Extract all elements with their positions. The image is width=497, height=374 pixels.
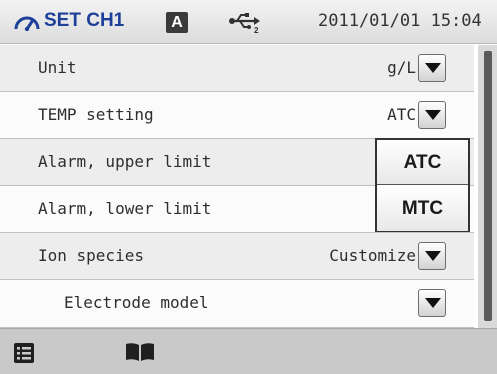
list-row-ion-species[interactable]: Ion species Customize	[0, 233, 474, 280]
usb-icon: 2	[228, 12, 262, 35]
footer-bar	[0, 328, 497, 374]
chevron-down-icon	[425, 251, 441, 261]
row-label: TEMP setting	[38, 105, 154, 124]
menu-list-icon[interactable]	[13, 342, 35, 364]
dropdown-button[interactable]	[418, 54, 446, 82]
list-row-temp-setting[interactable]: TEMP setting ATC	[0, 92, 474, 139]
list-row-electrode-model[interactable]: Electrode model	[0, 280, 474, 328]
channel-mode-badge: A	[166, 12, 188, 33]
date-time: 2011/01/01 15:04	[318, 11, 482, 31]
dropdown-button[interactable]	[418, 242, 446, 270]
dropdown-button[interactable]	[418, 101, 446, 129]
gauge-icon	[14, 13, 40, 32]
chevron-down-icon	[425, 63, 441, 73]
row-value: ATC	[387, 105, 416, 124]
row-value: g/L	[387, 58, 416, 77]
row-label: Alarm, lower limit	[38, 199, 212, 218]
temp-setting-popup: ATC MTC	[375, 138, 470, 232]
dropdown-button[interactable]	[418, 289, 446, 317]
chevron-down-icon	[425, 298, 441, 308]
scrollbar[interactable]	[478, 45, 497, 328]
chevron-down-icon	[425, 110, 441, 120]
row-label: Alarm, upper limit	[38, 152, 212, 171]
popup-option-atc[interactable]: ATC	[377, 140, 468, 185]
row-value: Customize	[329, 246, 416, 265]
book-icon[interactable]	[125, 342, 155, 362]
row-label: Unit	[38, 58, 77, 77]
svg-text:2: 2	[254, 26, 259, 34]
list-row-unit[interactable]: Unit g/L	[0, 45, 474, 92]
row-label: Electrode model	[64, 293, 209, 312]
row-label: Ion species	[38, 246, 144, 265]
header-bar: SET CH1 A 2 2011/01/01 15:04	[0, 0, 497, 44]
popup-option-mtc[interactable]: MTC	[377, 186, 468, 231]
scrollbar-thumb[interactable]	[484, 51, 492, 321]
settings-screen: SET CH1 A 2 2011/01/01 15:04 Unit g/L TE…	[0, 0, 497, 374]
screen-title: SET CH1	[44, 10, 125, 31]
